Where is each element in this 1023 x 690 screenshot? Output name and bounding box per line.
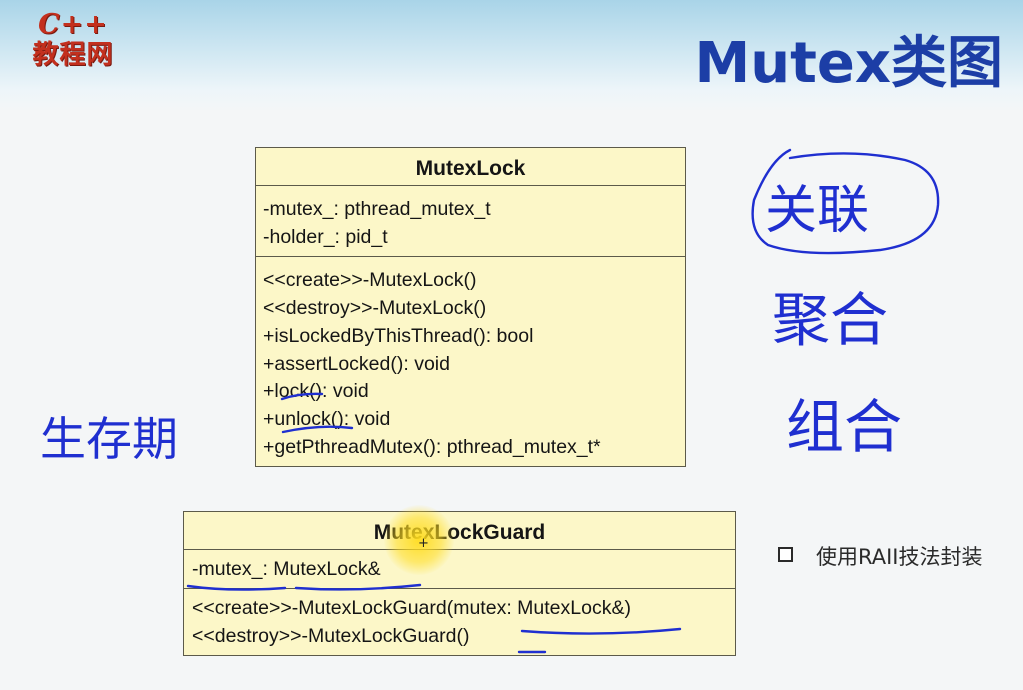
logo: C++ 教程网 (18, 9, 128, 71)
handwriting-association: 关联 (765, 181, 869, 241)
operation-row: +unlock(): void (263, 407, 391, 430)
square-bullet-icon (778, 547, 793, 562)
attribute-row: -mutex_: pthread_mutex_t (263, 198, 491, 220)
mutexlockguard-operations: <<create>>-MutexLockGuard(mutex: MutexLo… (184, 589, 735, 655)
mutexlock-operations: <<create>>-MutexLock() <<destroy>>-Mutex… (256, 257, 685, 466)
cursor-crosshair-icon: + (418, 536, 429, 551)
mutexlock-attributes: -mutex_: pthread_mutex_t -holder_: pid_t (256, 186, 685, 258)
logo-line1: C++ (38, 9, 108, 40)
logo-line2: 教程网 (32, 40, 114, 70)
handwriting-lifetime: 生存期 (40, 412, 178, 466)
mutexlock-class-name: MutexLock (256, 148, 685, 186)
operation-row: +assertLocked(): void (263, 352, 450, 375)
operation-row: <<create>>-MutexLock() (263, 269, 477, 292)
operation-row: <<create>>-MutexLockGuard(mutex: MutexLo… (192, 597, 631, 619)
bullet-text: 使用RAII技法封装 (816, 545, 983, 569)
attribute-row: -mutex_: MutexLock& (192, 558, 381, 580)
operation-row: +getPthreadMutex(): pthread_mutex_t* (263, 435, 601, 458)
mutexlockguard-class-name: MutexLockGuard (184, 512, 735, 550)
operation-row: +lock(): void (263, 380, 369, 403)
mutexlockguard-attributes: -mutex_: MutexLock& (184, 550, 735, 589)
attribute-row: -holder_: pid_t (263, 225, 388, 248)
handwriting-composition: 组合 (786, 393, 902, 461)
mutexlock-class-box: MutexLock -mutex_: pthread_mutex_t -hold… (255, 147, 686, 468)
operation-row: <<destroy>>-MutexLock() (263, 297, 487, 320)
operation-row: +isLockedByThisThread(): bool (263, 324, 534, 347)
operation-row: <<destroy>>-MutexLockGuard() (192, 625, 470, 647)
handwritten-circle (751, 148, 940, 255)
handwriting-aggregation: 聚合 (772, 286, 888, 354)
mutexlockguard-class-box: MutexLockGuard -mutex_: MutexLock& <<cre… (183, 511, 736, 656)
slide-title: Mutex类图 (694, 31, 1003, 96)
